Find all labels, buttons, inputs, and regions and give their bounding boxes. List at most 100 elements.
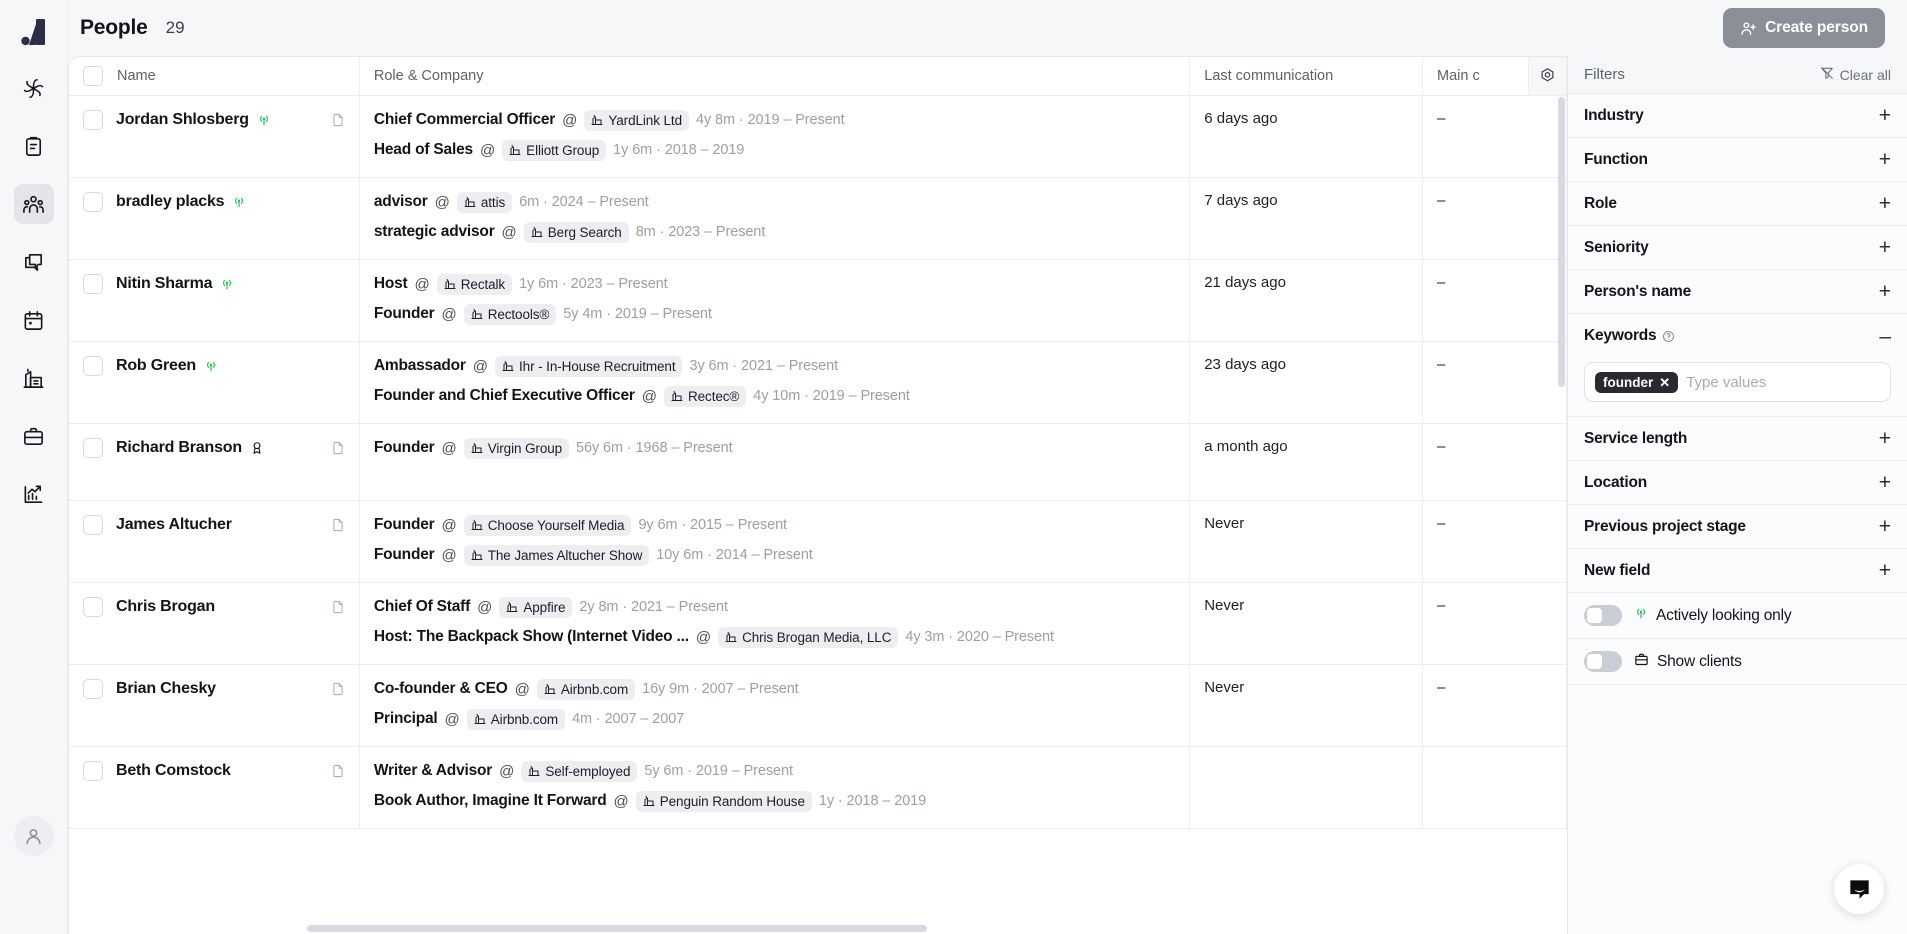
clear-all-button[interactable]: Clear all xyxy=(1820,66,1891,83)
create-person-button[interactable]: Create person xyxy=(1723,8,1885,48)
table-row[interactable]: bradley placks advisor @ attis 6m · 2024 – P… xyxy=(69,177,1567,260)
company-chip[interactable]: Ihr - In-House Recruitment xyxy=(495,355,683,377)
person-name[interactable]: Beth Comstock xyxy=(116,762,231,780)
document-icon[interactable] xyxy=(331,763,345,779)
filter-collapse-toggle[interactable]: – xyxy=(1879,326,1891,347)
sidebar-item-analytics[interactable] xyxy=(14,474,54,514)
filter-toggle-actively-looking-only[interactable]: Actively looking only xyxy=(1568,593,1907,639)
table-vertical-scrollbar[interactable] xyxy=(1558,97,1565,387)
row-checkbox[interactable] xyxy=(83,760,103,781)
document-icon[interactable] xyxy=(331,599,345,615)
row-checkbox[interactable] xyxy=(83,273,103,294)
company-chip[interactable]: Virgin Group xyxy=(463,437,570,459)
document-icon[interactable] xyxy=(331,112,345,128)
filter-section-function[interactable]: Function + xyxy=(1568,138,1907,182)
filter-expand-toggle[interactable]: + xyxy=(1879,560,1891,581)
company-chip[interactable]: Chris Brogan Media, LLC xyxy=(718,626,899,648)
document-icon[interactable] xyxy=(331,440,345,456)
row-checkbox[interactable] xyxy=(83,109,103,130)
person-name[interactable]: Jordan Shlosberg xyxy=(116,111,249,129)
filter-section-seniority[interactable]: Seniority + xyxy=(1568,226,1907,270)
table-horizontal-scrollbar[interactable] xyxy=(307,925,927,932)
company-chip[interactable]: Rectools® xyxy=(463,303,557,325)
keywords-input-placeholder[interactable]: Type values xyxy=(1686,374,1766,391)
person-name[interactable]: Richard Branson xyxy=(116,439,242,457)
person-name[interactable]: Rob Green xyxy=(116,357,196,375)
company-chip[interactable]: Berg Search xyxy=(523,221,629,243)
company-chip[interactable]: Appfire xyxy=(499,596,573,618)
filter-section-new-field[interactable]: New field + xyxy=(1568,549,1907,593)
company-chip[interactable]: Rectalk xyxy=(436,273,513,295)
sidebar-item-calendar[interactable] xyxy=(14,300,54,340)
row-checkbox[interactable] xyxy=(83,596,103,617)
filter-expand-toggle[interactable]: + xyxy=(1879,516,1891,537)
table-row[interactable]: James Altucher Founder @ Choose Yourself Me… xyxy=(69,500,1567,583)
filter-expand-toggle[interactable]: + xyxy=(1879,105,1891,126)
filter-expand-toggle[interactable]: + xyxy=(1879,237,1891,258)
company-chip[interactable]: Rectec® xyxy=(663,385,747,407)
company-chip[interactable]: YardLink Ltd xyxy=(584,109,689,131)
filter-section-keywords[interactable]: Keywords – xyxy=(1568,314,1907,358)
toggle-switch[interactable] xyxy=(1584,651,1622,672)
help-circle-icon[interactable] xyxy=(1662,330,1675,343)
sidebar-item-messages[interactable] xyxy=(14,242,54,282)
company-chip[interactable]: Self-employed xyxy=(521,760,638,782)
company-chip[interactable]: Airbnb.com xyxy=(536,678,636,700)
company-chip[interactable]: attis xyxy=(456,191,513,213)
sidebar-item-companies[interactable] xyxy=(14,358,54,398)
filter-expand-toggle[interactable]: + xyxy=(1879,281,1891,302)
row-checkbox[interactable] xyxy=(83,191,103,212)
filter-section-label: Function xyxy=(1584,150,1648,168)
column-header-role-company[interactable]: Role & Company xyxy=(359,57,1191,96)
row-checkbox[interactable] xyxy=(83,678,103,699)
filter-section-person-s-name[interactable]: Person's name + xyxy=(1568,270,1907,314)
table-row[interactable]: Beth Comstock Writer & Advisor @ Self-emplo… xyxy=(69,746,1567,829)
filter-expand-toggle[interactable]: + xyxy=(1879,428,1891,449)
chat-bubble-icon[interactable] xyxy=(1834,864,1884,914)
sidebar-item-jobs[interactable] xyxy=(14,416,54,456)
column-header-main-contact[interactable]: Main c xyxy=(1422,57,1567,96)
select-all-checkbox[interactable] xyxy=(83,65,103,86)
filter-toggle-show-clients[interactable]: Show clients xyxy=(1568,639,1907,685)
column-header-name[interactable]: Name xyxy=(69,57,360,96)
sidebar-item-tasks[interactable] xyxy=(14,126,54,166)
filter-expand-toggle[interactable]: + xyxy=(1879,193,1891,214)
sidebar-item-people[interactable] xyxy=(13,184,54,224)
row-checkbox[interactable] xyxy=(83,355,103,376)
row-checkbox[interactable] xyxy=(83,514,103,535)
settings-gear-icon[interactable] xyxy=(1528,57,1566,94)
sidebar-item-ai[interactable] xyxy=(14,68,54,108)
company-chip[interactable]: Choose Yourself Media xyxy=(463,514,632,536)
filter-section-industry[interactable]: Industry + xyxy=(1568,94,1907,138)
person-name[interactable]: Chris Brogan xyxy=(116,598,215,616)
filter-section-role[interactable]: Role + xyxy=(1568,182,1907,226)
app-logo-icon[interactable] xyxy=(12,10,56,54)
filter-section-location[interactable]: Location + xyxy=(1568,461,1907,505)
company-chip[interactable]: Penguin Random House xyxy=(635,790,812,812)
column-header-last-communication[interactable]: Last communication xyxy=(1189,57,1423,96)
table-row[interactable]: Chris Brogan Chief Of Staff @ Appfire 2y 8m … xyxy=(69,582,1567,665)
filter-expand-toggle[interactable]: + xyxy=(1879,149,1891,170)
filter-section-previous-project-stage[interactable]: Previous project stage + xyxy=(1568,505,1907,549)
remove-keyword-icon[interactable]: ✕ xyxy=(1659,376,1670,389)
table-row[interactable]: Richard Branson Founder @ Virgin Group 56y 6… xyxy=(69,423,1567,501)
keywords-input-box[interactable]: founder ✕ Type values xyxy=(1584,362,1891,402)
person-name[interactable]: Nitin Sharma xyxy=(116,275,212,293)
user-avatar[interactable] xyxy=(13,816,54,856)
person-name[interactable]: Brian Chesky xyxy=(116,680,216,698)
filter-section-service-length[interactable]: Service length + xyxy=(1568,417,1907,461)
table-row[interactable]: Nitin Sharma Host @ Rectalk 1y 6m · 2023 – P… xyxy=(69,259,1567,342)
person-name[interactable]: James Altucher xyxy=(116,516,232,534)
company-chip[interactable]: Airbnb.com xyxy=(466,708,566,730)
document-icon[interactable] xyxy=(331,517,345,533)
company-chip[interactable]: The James Altucher Show xyxy=(463,544,650,566)
table-row[interactable]: Brian Chesky Co-founder & CEO @ Airbnb.com 1… xyxy=(69,664,1567,747)
table-row[interactable]: Jordan Shlosberg Chief Commercial Officer… xyxy=(69,95,1567,178)
document-icon[interactable] xyxy=(331,681,345,697)
filter-expand-toggle[interactable]: + xyxy=(1879,472,1891,493)
toggle-switch[interactable] xyxy=(1584,605,1622,626)
row-checkbox[interactable] xyxy=(83,437,103,458)
table-row[interactable]: Rob Green Ambassador @ Ihr - In-House Recru… xyxy=(69,341,1567,424)
person-name[interactable]: bradley placks xyxy=(116,193,225,211)
company-chip[interactable]: Elliott Group xyxy=(502,139,607,161)
